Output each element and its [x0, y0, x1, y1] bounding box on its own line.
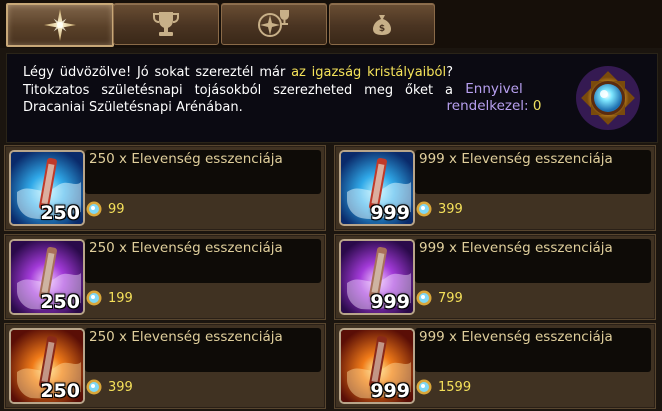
- shop-item[interactable]: 999 999 x Elevenség esszenciája 1599: [334, 323, 656, 409]
- welcome-text-start: Légy üdvözölve! Jó sokat szereztél már: [23, 65, 292, 80]
- welcome-banner: Légy üdvözölve! Jó sokat szereztél már a…: [6, 53, 658, 143]
- truth-crystal-coin-icon: [416, 201, 432, 217]
- item-quantity: 999: [370, 380, 410, 402]
- truth-crystal-coin-icon: [416, 379, 432, 395]
- shop-item[interactable]: 999 999 x Elevenség esszenciája 799: [334, 234, 656, 320]
- item-price: 1599: [416, 376, 471, 398]
- item-quantity: 250: [40, 202, 80, 224]
- item-name: 250 x Elevenség esszenciája: [89, 329, 283, 345]
- item-price-value: 399: [108, 379, 133, 395]
- item-quantity: 250: [40, 380, 80, 402]
- svg-text:$: $: [379, 24, 385, 34]
- shop-item[interactable]: 250 250 x Elevenség esszenciája 399: [4, 323, 326, 409]
- item-price: 99: [86, 198, 125, 220]
- tab-money-bag[interactable]: $: [329, 3, 435, 45]
- item-name: 999 x Elevenség esszenciája: [419, 240, 613, 256]
- item-price-value: 799: [438, 290, 463, 306]
- item-price: 399: [416, 198, 463, 220]
- truth-crystal-coin-icon: [86, 290, 102, 306]
- item-price-value: 1599: [438, 379, 472, 395]
- item-price: 799: [416, 287, 463, 309]
- item-icon-frame: 999: [339, 328, 415, 404]
- shop-item[interactable]: 999 999 x Elevenség esszenciája 399: [334, 145, 656, 231]
- welcome-text: Légy üdvözölve! Jó sokat szereztél már a…: [23, 64, 453, 117]
- tab-crystal-shop[interactable]: [6, 3, 114, 47]
- item-price: 199: [86, 287, 133, 309]
- item-name-box: 999 x Elevenség esszenciája: [415, 239, 651, 283]
- item-name: 999 x Elevenség esszenciája: [419, 151, 613, 167]
- tab-compass-trophy[interactable]: [221, 3, 327, 45]
- truth-crystal-coin-icon: [86, 379, 102, 395]
- item-name-box: 250 x Elevenség esszenciája: [85, 239, 321, 283]
- shop-item[interactable]: 250 250 x Elevenség esszenciája 199: [4, 234, 326, 320]
- balance-value: 0: [532, 98, 542, 114]
- item-icon-frame: 250: [9, 328, 85, 404]
- truth-crystal-coin-icon: [86, 201, 102, 217]
- shop-item[interactable]: 250 250 x Elevenség esszenciája 99: [4, 145, 326, 231]
- item-icon-frame: 250: [9, 150, 85, 226]
- compass-trophy-icon: [258, 10, 289, 37]
- truth-crystal-icon: [576, 66, 640, 130]
- item-icon-frame: 250: [9, 239, 85, 315]
- item-quantity: 999: [370, 291, 410, 313]
- item-icon-frame: 999: [339, 239, 415, 315]
- item-name: 999 x Elevenség esszenciája: [419, 329, 613, 345]
- item-price-value: 399: [438, 201, 463, 217]
- item-name: 250 x Elevenség esszenciája: [89, 151, 283, 167]
- item-quantity: 999: [370, 202, 410, 224]
- item-name-box: 999 x Elevenség esszenciája: [415, 328, 651, 372]
- star-compass-icon: [44, 9, 76, 41]
- truth-crystals-link: az igazság kristályaiból: [291, 65, 447, 80]
- item-price-value: 99: [108, 201, 125, 217]
- tab-trophy[interactable]: [113, 3, 219, 45]
- item-price: 399: [86, 376, 133, 398]
- item-name-box: 250 x Elevenség esszenciája: [85, 328, 321, 372]
- balance-label: Ennyivel rendelkezel:: [446, 81, 529, 114]
- balance-display: Ennyivel rendelkezel: 0: [432, 81, 556, 115]
- item-name-box: 999 x Elevenség esszenciája: [415, 150, 651, 194]
- truth-crystal-coin-icon: [416, 290, 432, 306]
- item-name-box: 250 x Elevenség esszenciája: [85, 150, 321, 194]
- money-bag-icon: $: [373, 15, 391, 35]
- trophy-icon: [153, 12, 179, 36]
- item-quantity: 250: [40, 291, 80, 313]
- item-price-value: 199: [108, 290, 133, 306]
- item-name: 250 x Elevenség esszenciája: [89, 240, 283, 256]
- tab-bar: $: [0, 0, 662, 48]
- item-icon-frame: 999: [339, 150, 415, 226]
